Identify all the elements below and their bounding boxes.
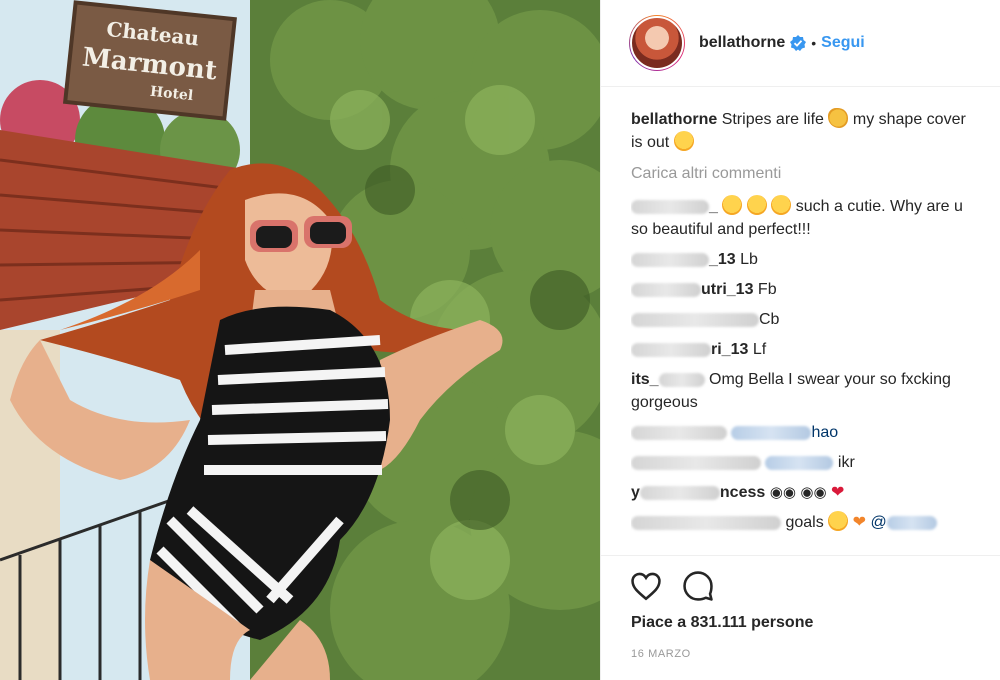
blurred-mention[interactable] (731, 425, 812, 440)
comment-username[interactable]: utri_13 (701, 281, 753, 298)
comment-item: _13 Lb (631, 248, 971, 271)
comment-username[interactable]: _ (709, 198, 718, 215)
comment-username-suffix[interactable]: ncess (720, 484, 765, 501)
heart-eyes-icon (722, 195, 743, 215)
mention-link[interactable]: @ (870, 514, 886, 531)
load-more-comments[interactable]: Carica altri commenti (631, 162, 971, 185)
likes-count[interactable]: Piace a 831.111 persone (631, 614, 813, 632)
post-photo[interactable]: Chateau Marmont Hotel (0, 0, 600, 680)
eyes-icon: ◉◉ (800, 484, 827, 501)
comment-item: goals ❤ @ (631, 511, 971, 534)
comment-item: its_ Omg Bella I swear your so fxcking g… (631, 368, 971, 414)
comment-text: Lf (752, 341, 767, 358)
post-header: bellathorne • Segui (601, 0, 1000, 87)
comment-text: goals (785, 514, 824, 531)
blurred-username[interactable] (631, 199, 709, 214)
comment-text: ikr (837, 454, 855, 471)
blurred-username[interactable] (631, 342, 711, 357)
comment-item: y ncess ◉◉ ◉◉ ❤ (631, 481, 971, 504)
heart-icon: ❤ (831, 484, 845, 501)
caption-username[interactable]: bellathorne (631, 111, 717, 128)
photo-illustration: Chateau Marmont Hotel (0, 0, 600, 680)
blurred-username[interactable] (639, 485, 720, 500)
comment-item: _ such a cutie. Why are u so beautiful a… (631, 195, 971, 241)
blurred-username[interactable] (631, 312, 759, 327)
comment-text: hao (811, 424, 839, 441)
comment-username[interactable]: its_ (631, 371, 659, 388)
blurred-username[interactable] (658, 372, 705, 387)
verified-badge-icon (790, 35, 807, 51)
comment-username[interactable]: y (631, 484, 640, 501)
post-date[interactable]: 16 MARZO (631, 648, 691, 660)
follow-button[interactable]: Segui (821, 34, 865, 52)
heart-eyes-icon (746, 195, 767, 215)
comment-item: Cb (631, 308, 971, 331)
blurred-username[interactable] (631, 252, 709, 267)
waving-hand-icon (828, 108, 849, 128)
post-actions: Piace a 831.111 persone 16 MARZO (601, 555, 1000, 660)
eyes-icon: ◉◉ (769, 484, 796, 501)
smirk-icon (828, 511, 849, 531)
blurred-username[interactable] (631, 455, 761, 470)
avatar[interactable] (629, 15, 685, 71)
comment-text: Fb (757, 281, 777, 298)
orange-heart-icon: ❤ (852, 514, 867, 531)
comments-list: bellathorne Stripes are life my shape co… (631, 108, 971, 554)
comment-text: Lb (740, 251, 758, 268)
comment-bubble-icon[interactable] (681, 569, 715, 603)
blurred-mention[interactable] (765, 455, 834, 470)
comment-username[interactable]: _13 (709, 251, 736, 268)
post-side-panel: bellathorne • Segui bellathorne Stripes … (600, 0, 1000, 680)
like-heart-icon[interactable] (629, 569, 663, 603)
caption: bellathorne Stripes are life my shape co… (631, 108, 971, 154)
comment-item: ikr (631, 451, 971, 474)
username-link[interactable]: bellathorne (699, 34, 785, 52)
instagram-post: Chateau Marmont Hotel bellathorne • Segu… (0, 0, 1000, 680)
comment-item: ri_13 Lf (631, 338, 971, 361)
caption-text-1: Stripes are life (721, 111, 824, 128)
blurred-username[interactable] (631, 282, 701, 297)
comment-item: hao (631, 421, 971, 444)
header-separator: • (811, 35, 817, 51)
blurred-username[interactable] (631, 425, 727, 440)
avatar-image (630, 16, 684, 70)
blurred-mention[interactable] (886, 515, 937, 530)
heart-eyes-icon (771, 195, 792, 215)
heart-eyes-icon (673, 131, 694, 151)
comment-text: Cb (759, 311, 780, 328)
comment-username[interactable]: ri_13 (711, 341, 748, 358)
comment-item: utri_13 Fb (631, 278, 971, 301)
blurred-username[interactable] (631, 515, 781, 530)
